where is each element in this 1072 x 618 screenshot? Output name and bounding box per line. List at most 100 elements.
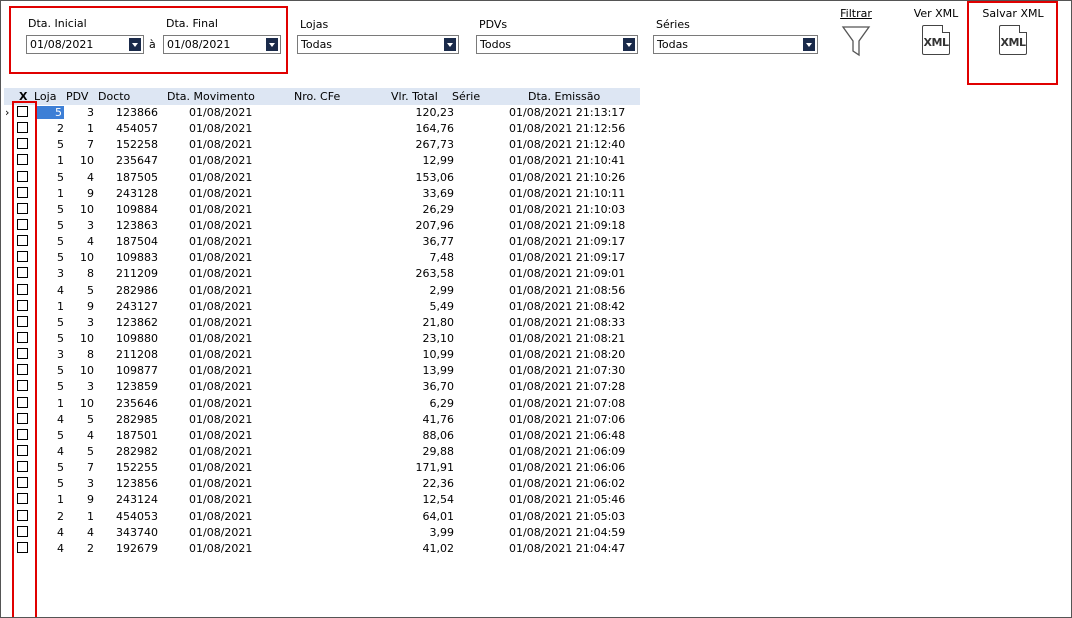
table-row[interactable]: 5 3 123856 01/08/2021 22,36 01/08/2021 21:06:…: [4, 476, 640, 492]
chevron-down-icon[interactable]: [803, 38, 815, 51]
cell-vlr-total: 33,69: [422, 186, 455, 200]
table-row[interactable]: 5 3 123862 01/08/2021 21,80 01/08/2021 21:08:…: [4, 315, 640, 331]
table-row[interactable]: 1 9 243124 01/08/2021 12,54 01/08/2021 21:05:…: [4, 492, 640, 508]
cell-loja: 1: [57, 154, 64, 168]
cell-vlr-total: 207,96: [415, 218, 455, 232]
cell-loja: 5: [57, 428, 64, 442]
grid-header: X Loja PDV Docto Dta. Movimento Nro. CFe…: [4, 88, 640, 105]
cell-dta-emissao: 01/08/2021 21:09:18: [509, 218, 626, 232]
dta-final-field[interactable]: 01/08/2021: [163, 35, 281, 54]
cell-pdv: 9: [87, 299, 94, 313]
col-header-dta-movimento[interactable]: Dta. Movimento: [167, 90, 255, 103]
cell-docto: 235646: [116, 396, 158, 410]
dta-inicial-field[interactable]: 01/08/2021: [26, 35, 144, 54]
cell-pdv: 10: [80, 396, 94, 410]
col-header-docto[interactable]: Docto: [98, 90, 130, 103]
cell-docto: 282982: [116, 444, 158, 458]
cell-vlr-total: 26,29: [422, 202, 455, 216]
col-header-loja[interactable]: Loja: [34, 90, 56, 103]
cell-docto: 343740: [116, 525, 158, 539]
table-row[interactable]: 5 10 109883 01/08/2021 7,48 01/08/2021 21:09:…: [4, 250, 640, 266]
table-row[interactable]: 5 4 187505 01/08/2021 153,06 01/08/2021 21:10…: [4, 170, 640, 186]
cell-loja: 1: [57, 299, 64, 313]
cell-loja: 1: [57, 186, 64, 200]
cell-loja: 4: [57, 525, 64, 539]
table-row[interactable]: 2 1 454053 01/08/2021 64,01 01/08/2021 21:05:…: [4, 509, 640, 525]
cell-docto: 454057: [116, 122, 158, 136]
cell-dta-movimento: 01/08/2021: [189, 348, 253, 362]
table-row[interactable]: 5 10 109877 01/08/2021 13,99 01/08/2021 21:07…: [4, 363, 640, 379]
table-row[interactable]: 4 5 282982 01/08/2021 29,88 01/08/2021 21:06:…: [4, 444, 640, 460]
xml-icon-text: XML: [923, 36, 949, 49]
table-row[interactable]: 5 4 187504 01/08/2021 36,77 01/08/2021 21:09:…: [4, 234, 640, 250]
series-select[interactable]: Todas: [653, 35, 818, 54]
cell-dta-movimento: 01/08/2021: [189, 170, 253, 184]
table-row[interactable]: 3 8 211209 01/08/2021 263,58 01/08/2021 21:09…: [4, 266, 640, 282]
cell-vlr-total: 22,36: [422, 477, 455, 491]
cell-vlr-total: 36,77: [422, 235, 455, 249]
table-row[interactable]: 5 10 109884 01/08/2021 26,29 01/08/2021 21:10…: [4, 202, 640, 218]
table-row[interactable]: 5 3 123859 01/08/2021 36,70 01/08/2021 21:07:…: [4, 379, 640, 395]
chevron-down-icon[interactable]: [444, 38, 456, 51]
salvar-xml-button[interactable]: Salvar XML XML: [973, 7, 1053, 67]
chevron-down-icon[interactable]: [623, 38, 635, 51]
lojas-select[interactable]: Todas: [297, 35, 459, 54]
cell-vlr-total: 2,99: [429, 283, 455, 297]
cell-loja: 5: [57, 202, 64, 216]
cell-pdv: 1: [87, 509, 94, 523]
table-row[interactable]: 5 10 109880 01/08/2021 23,10 01/08/2021 21:08…: [4, 331, 640, 347]
cell-pdv: 1: [87, 122, 94, 136]
cell-dta-emissao: 01/08/2021 21:07:06: [509, 412, 626, 426]
table-row[interactable]: 4 5 282985 01/08/2021 41,76 01/08/2021 21:07:…: [4, 412, 640, 428]
table-row[interactable]: 5 3 123863 01/08/2021 207,96 01/08/2021 21:09…: [4, 218, 640, 234]
ver-xml-button[interactable]: Ver XML XML: [908, 7, 964, 67]
col-header-dta-emissao[interactable]: Dta. Emissão: [528, 90, 600, 103]
table-row[interactable]: 1 9 243128 01/08/2021 33,69 01/08/2021 21:10:…: [4, 186, 640, 202]
table-row[interactable]: 3 8 211208 01/08/2021 10,99 01/08/2021 21:08:…: [4, 347, 640, 363]
chevron-down-icon[interactable]: [266, 38, 278, 51]
current-row-pointer-icon: ›: [5, 106, 10, 119]
cell-docto: 211209: [116, 267, 158, 281]
col-header-vlr-total[interactable]: Vlr. Total: [391, 90, 438, 103]
cell-vlr-total: 5,49: [429, 299, 455, 313]
table-row[interactable]: 2 1 454057 01/08/2021 164,76 01/08/2021 21:12…: [4, 121, 640, 137]
table-row[interactable]: 5 7 152258 01/08/2021 267,73 01/08/2021 21:12…: [4, 137, 640, 153]
cell-docto: 211208: [116, 348, 158, 362]
table-row[interactable]: 1 10 235647 01/08/2021 12,99 01/08/2021 21:10…: [4, 153, 640, 169]
cell-dta-emissao: 01/08/2021 21:05:46: [509, 493, 626, 507]
table-row[interactable]: › 5 3 123866 01/08/2021 120,23 01/08/2021 21:1…: [4, 105, 640, 121]
dta-inicial-label: Dta. Inicial: [28, 17, 87, 30]
cell-dta-movimento: 01/08/2021: [189, 299, 253, 313]
chevron-down-icon[interactable]: [129, 38, 141, 51]
col-header-serie[interactable]: Série: [452, 90, 480, 103]
filtrar-button[interactable]: Filtrar: [833, 7, 879, 63]
pdvs-select[interactable]: Todos: [476, 35, 638, 54]
xml-file-icon: XML: [999, 25, 1027, 55]
cell-dta-movimento: 01/08/2021: [189, 444, 253, 458]
cell-dta-emissao: 01/08/2021 21:10:11: [509, 186, 626, 200]
col-header-nro-cfe[interactable]: Nro. CFe: [294, 90, 340, 103]
cell-dta-movimento: 01/08/2021: [189, 396, 253, 410]
table-row[interactable]: 4 5 282986 01/08/2021 2,99 01/08/2021 21:08:5…: [4, 283, 640, 299]
main-window: Dta. Inicial 01/08/2021 à Dta. Final 01/…: [0, 0, 1072, 618]
table-row[interactable]: 4 2 192679 01/08/2021 41,02 01/08/2021 21:04:…: [4, 541, 640, 557]
cell-pdv: 2: [87, 541, 94, 555]
table-row[interactable]: 1 10 235646 01/08/2021 6,29 01/08/2021 21:07:…: [4, 396, 640, 412]
cell-dta-emissao: 01/08/2021 21:06:06: [509, 461, 626, 475]
cell-dta-emissao: 01/08/2021 21:04:47: [509, 541, 626, 555]
cell-dta-emissao: 01/08/2021 21:09:17: [509, 235, 626, 249]
cell-vlr-total: 3,99: [429, 525, 455, 539]
table-row[interactable]: 5 4 187501 01/08/2021 88,06 01/08/2021 21:06:…: [4, 428, 640, 444]
table-row[interactable]: 4 4 343740 01/08/2021 3,99 01/08/2021 21:04:5…: [4, 525, 640, 541]
cell-dta-emissao: 01/08/2021 21:08:42: [509, 299, 626, 313]
col-header-pdv[interactable]: PDV: [66, 90, 88, 103]
cell-docto: 282985: [116, 412, 158, 426]
cell-dta-emissao: 01/08/2021 21:08:20: [509, 348, 626, 362]
cell-docto: 187504: [116, 235, 158, 249]
table-row[interactable]: 5 7 152255 01/08/2021 171,91 01/08/2021 21:06…: [4, 460, 640, 476]
cell-dta-movimento: 01/08/2021: [189, 283, 253, 297]
cell-dta-movimento: 01/08/2021: [189, 493, 253, 507]
cell-vlr-total: 41,76: [422, 412, 455, 426]
table-row[interactable]: 1 9 243127 01/08/2021 5,49 01/08/2021 21:08:4…: [4, 299, 640, 315]
cell-dta-movimento: 01/08/2021: [189, 138, 253, 152]
